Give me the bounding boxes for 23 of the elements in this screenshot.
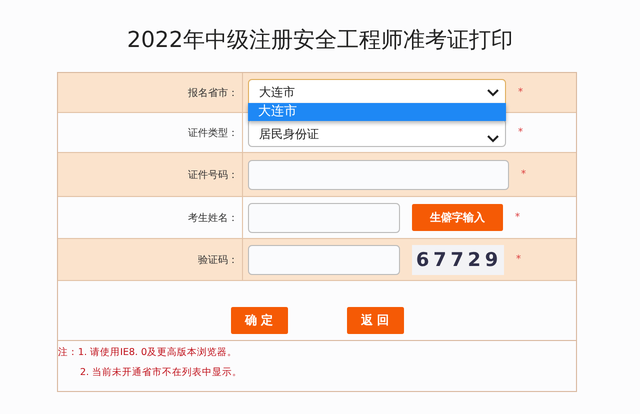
- field-label: 考生姓名：: [188, 212, 238, 224]
- captcha-image[interactable]: 67729: [412, 244, 504, 274]
- rare-character-button[interactable]: 生僻字输入: [412, 204, 503, 231]
- required-mark: *: [518, 127, 523, 138]
- field-label: 验证码：: [198, 254, 238, 266]
- field-label: 证件号码：: [188, 168, 238, 182]
- required-mark: *: [518, 87, 523, 98]
- input-field[interactable]: [248, 244, 400, 274]
- required-mark: *: [516, 254, 521, 265]
- field-label: 报名省市：: [188, 86, 238, 100]
- chevron-icon: [487, 134, 499, 142]
- input-field[interactable]: [248, 160, 509, 190]
- page-title: 2022年中级注册安全工程师准考证打印: [126, 27, 514, 55]
- required-mark: *: [515, 212, 520, 223]
- form-button[interactable]: 确 定: [230, 307, 288, 334]
- chevron-icon: [487, 88, 499, 96]
- form-button[interactable]: 返 回: [346, 307, 404, 334]
- input-field[interactable]: [248, 202, 400, 232]
- note-text: 注：1. 请使用IE8. 0及更高版本浏览器。: [58, 347, 238, 359]
- required-mark: *: [521, 169, 526, 180]
- dropdown-option[interactable]: 大连市: [248, 103, 506, 121]
- note-text: 2. 当前未开通省市不在列表中显示。: [79, 367, 244, 379]
- field-label: 证件类型：: [188, 126, 238, 140]
